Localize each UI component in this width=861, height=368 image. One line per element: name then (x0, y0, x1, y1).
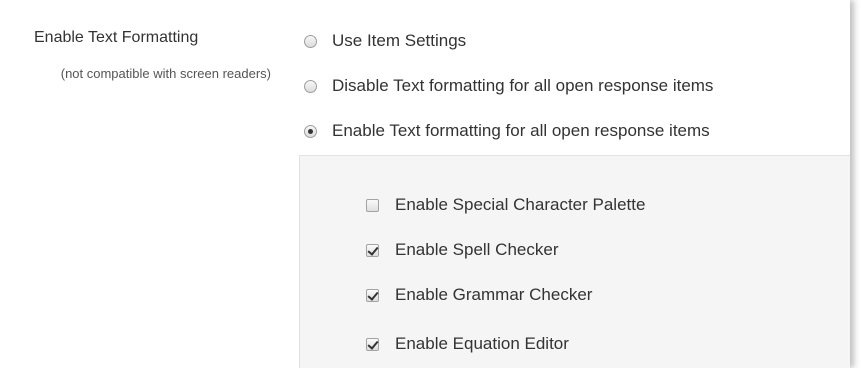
checkbox-label: Enable Equation Editor (395, 334, 569, 353)
setting-note: (not compatible with screen readers) (60, 66, 271, 81)
radio-button-selected[interactable] (304, 124, 317, 138)
checkbox-label: Enable Spell Checker (395, 240, 559, 259)
radio-label: Disable Text formatting for all open res… (332, 76, 714, 95)
checkbox-spell-checker[interactable]: Enable Spell Checker (366, 240, 558, 260)
radio-enable-text-formatting[interactable]: Enable Text formatting for all open resp… (304, 121, 710, 141)
checkbox[interactable] (366, 198, 379, 212)
checkbox-grammar-checker[interactable]: Enable Grammar Checker (366, 285, 592, 305)
radio-button[interactable] (304, 79, 317, 93)
radio-label: Enable Text formatting for all open resp… (332, 121, 710, 140)
formatting-options-panel: Enable Special Character Palette Enable … (299, 155, 850, 368)
checkbox-checked[interactable] (366, 243, 379, 257)
radio-button[interactable] (304, 34, 317, 48)
checkbox-label: Enable Grammar Checker (395, 285, 593, 304)
settings-panel: Enable Text Formatting (not compatible w… (0, 0, 850, 368)
checkbox-equation-editor[interactable]: Enable Equation Editor (366, 334, 569, 354)
radio-disable-text-formatting[interactable]: Disable Text formatting for all open res… (304, 76, 713, 96)
checkbox-label: Enable Special Character Palette (395, 195, 646, 214)
radio-label: Use Item Settings (332, 31, 467, 50)
checkbox-checked[interactable] (366, 288, 379, 302)
checkbox-special-character-palette[interactable]: Enable Special Character Palette (366, 195, 645, 215)
checkbox-checked[interactable] (366, 337, 379, 351)
radio-use-item-settings[interactable]: Use Item Settings (304, 31, 466, 51)
setting-label: Enable Text Formatting (34, 29, 199, 46)
